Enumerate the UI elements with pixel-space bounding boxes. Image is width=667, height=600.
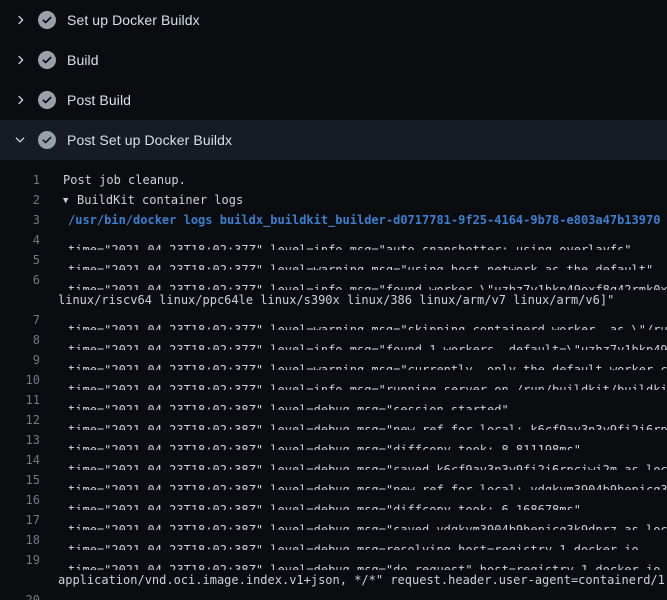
chevron-right-icon[interactable]	[12, 92, 28, 108]
log-line-1: 1Post job cleanup.	[0, 170, 667, 190]
step-header-build[interactable]: Build	[0, 40, 667, 80]
step-header-set-up-docker-buildx[interactable]: Set up Docker Buildx	[0, 0, 667, 40]
step-label: Build	[67, 52, 99, 68]
log-line-11: 11time="2021-04-23T18:02:38Z" level=debu…	[0, 390, 667, 410]
line-number[interactable]: 5	[0, 250, 40, 270]
line-number[interactable]: 15	[0, 470, 40, 490]
line-number-empty	[0, 570, 40, 590]
log-text-wrapped: application/vnd.oci.image.index.v1+json,…	[40, 570, 667, 590]
check-circle-icon	[38, 11, 56, 29]
log-line-19: 19time="2021-04-23T18:02:38Z" level=debu…	[0, 550, 667, 570]
line-number[interactable]: 14	[0, 450, 40, 470]
log-line-19-wrap: application/vnd.oci.image.index.v1+json,…	[0, 570, 667, 590]
log-line-5: 5time="2021-04-23T18:02:37Z" level=warni…	[0, 250, 667, 270]
line-number[interactable]: 3	[0, 210, 40, 230]
log-text: Post job cleanup.	[40, 170, 667, 190]
log-text: time="2021-04-23T18:02:37Z" level=warnin…	[40, 350, 667, 370]
step-header-post-set-up-docker-buildx[interactable]: Post Set up Docker Buildx	[0, 120, 667, 160]
line-number[interactable]: 11	[0, 390, 40, 410]
group-title: BuildKit container logs	[77, 193, 243, 207]
line-number[interactable]: 2	[0, 190, 40, 210]
log-text: time="2021-04-23T18:02:37Z" level=info m…	[40, 330, 667, 350]
log-text: time="2021-04-23T18:02:38Z" level=debug …	[40, 450, 667, 470]
log-text: time="2021-04-23T18:02:38Z" level=debug …	[40, 510, 667, 530]
log-line-17: 17time="2021-04-23T18:02:38Z" level=debu…	[0, 510, 667, 530]
check-circle-icon	[38, 91, 56, 109]
log-text: time="2021-04-23T18:02:37Z" level=info m…	[40, 230, 667, 250]
log-text: time="2021-04-23T18:02:38Z" level=debug …	[40, 410, 667, 430]
log-text: time="2021-04-23T18:02:37Z" level=warnin…	[40, 250, 667, 270]
check-circle-icon	[38, 51, 56, 69]
log-text: time="2021-04-23T18:02:37Z" level=info m…	[40, 270, 667, 290]
line-number[interactable]: 6	[0, 270, 40, 290]
step-header-post-build[interactable]: Post Build	[0, 80, 667, 120]
log-text: time="2021-04-23T18:02:37Z" level=info m…	[40, 370, 667, 390]
log-text: time="2021-04-23T18:02:38Z" level=debug …	[40, 590, 667, 600]
log-line-9: 9time="2021-04-23T18:02:37Z" level=warni…	[0, 350, 667, 370]
line-number[interactable]: 9	[0, 350, 40, 370]
log-line-6-wrap: linux/riscv64 linux/ppc64le linux/s390x …	[0, 290, 667, 310]
log-text: time="2021-04-23T18:02:38Z" level=debug …	[40, 490, 667, 510]
line-number[interactable]: 13	[0, 430, 40, 450]
log-text: time="2021-04-23T18:02:38Z" level=debug …	[40, 430, 667, 450]
log-line-12: 12time="2021-04-23T18:02:38Z" level=debu…	[0, 410, 667, 430]
log-text: time="2021-04-23T18:02:38Z" level=debug …	[40, 390, 667, 410]
log-text-wrapped: linux/riscv64 linux/ppc64le linux/s390x …	[40, 290, 667, 310]
log-line-6: 6time="2021-04-23T18:02:37Z" level=info …	[0, 270, 667, 290]
log-line-18: 18time="2021-04-23T18:02:38Z" level=debu…	[0, 530, 667, 550]
log-line-4: 4time="2021-04-23T18:02:37Z" level=info …	[0, 230, 667, 250]
log-text: time="2021-04-23T18:02:37Z" level=warnin…	[40, 310, 667, 330]
group-collapse-icon[interactable]: ▼	[63, 191, 77, 210]
step-list: Set up Docker Buildx Build Post Build	[0, 0, 667, 160]
log-line-14: 14time="2021-04-23T18:02:38Z" level=debu…	[0, 450, 667, 470]
line-number[interactable]: 16	[0, 490, 40, 510]
log-lines: 1Post job cleanup.2▼BuildKit container l…	[0, 160, 667, 600]
chevron-right-icon[interactable]	[12, 12, 28, 28]
line-number[interactable]: 7	[0, 310, 40, 330]
check-circle-icon	[38, 131, 56, 149]
log-line-3: 3/usr/bin/docker logs buildx_buildkit_bu…	[0, 210, 667, 230]
line-number[interactable]: 4	[0, 230, 40, 250]
line-number[interactable]: 17	[0, 510, 40, 530]
chevron-right-icon[interactable]	[12, 52, 28, 68]
step-label: Post Build	[67, 92, 131, 108]
line-number[interactable]: 18	[0, 530, 40, 550]
line-number-empty	[0, 290, 40, 310]
line-number[interactable]: 19	[0, 550, 40, 570]
workflow-log-viewer: Set up Docker Buildx Build Post Build	[0, 0, 667, 600]
log-text: time="2021-04-23T18:02:38Z" level=debug …	[40, 530, 667, 550]
line-number[interactable]: 1	[0, 170, 40, 190]
line-number[interactable]: 12	[0, 410, 40, 430]
step-label: Post Set up Docker Buildx	[67, 132, 232, 148]
line-number[interactable]: 10	[0, 370, 40, 390]
log-line-7: 7time="2021-04-23T18:02:37Z" level=warni…	[0, 310, 667, 330]
chevron-down-icon[interactable]	[12, 132, 28, 148]
log-line-15: 15time="2021-04-23T18:02:38Z" level=debu…	[0, 470, 667, 490]
log-line-10: 10time="2021-04-23T18:02:37Z" level=info…	[0, 370, 667, 390]
log-line-2: 2▼BuildKit container logs	[0, 190, 667, 210]
log-line-20: 20time="2021-04-23T18:02:38Z" level=debu…	[0, 590, 667, 600]
log-line-13: 13time="2021-04-23T18:02:38Z" level=debu…	[0, 430, 667, 450]
log-line-8: 8time="2021-04-23T18:02:37Z" level=info …	[0, 330, 667, 350]
log-line-16: 16time="2021-04-23T18:02:38Z" level=debu…	[0, 490, 667, 510]
step-label: Set up Docker Buildx	[67, 12, 200, 28]
line-number[interactable]: 8	[0, 330, 40, 350]
line-number[interactable]: 20	[0, 590, 40, 600]
log-command-text: /usr/bin/docker logs buildx_buildkit_bui…	[40, 210, 667, 230]
log-text: time="2021-04-23T18:02:38Z" level=debug …	[40, 470, 667, 490]
log-group-header[interactable]: ▼BuildKit container logs	[40, 190, 667, 210]
log-text: time="2021-04-23T18:02:38Z" level=debug …	[40, 550, 667, 570]
